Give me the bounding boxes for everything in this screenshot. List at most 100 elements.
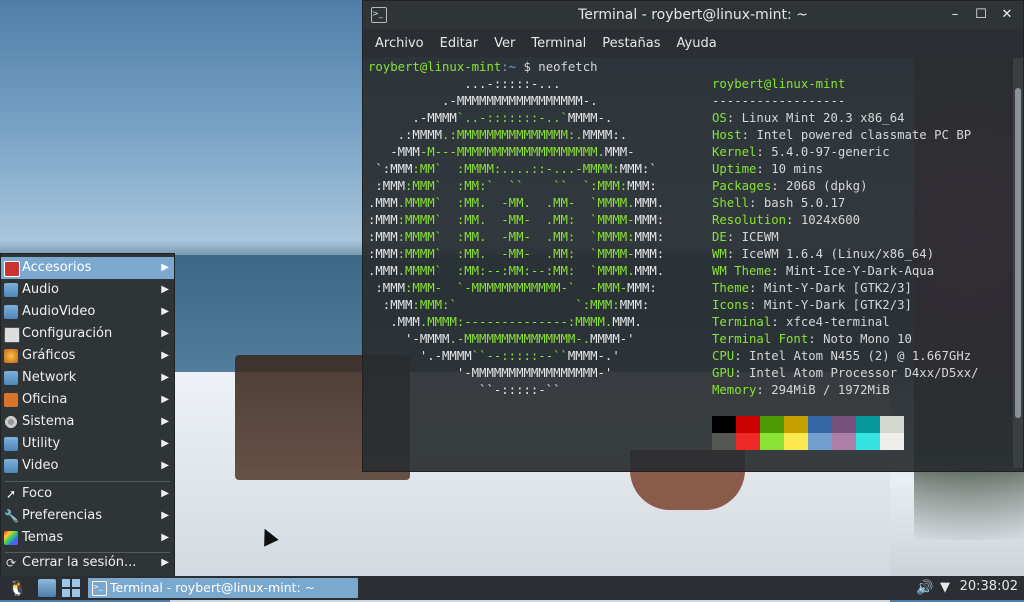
palette-swatch xyxy=(736,433,760,450)
mint-ascii-logo: ...-:::::-... .-MMMMMMMMMMMMMMMMM-. .-MM… xyxy=(368,77,665,397)
info-value-packages: 2068 (dpkg) xyxy=(786,179,868,193)
palette-swatch xyxy=(880,416,904,433)
submenu-arrow-icon: ▶ xyxy=(161,350,169,361)
menu-terminal[interactable]: Terminal xyxy=(523,36,594,51)
menu-item-network[interactable]: Network ▶ xyxy=(1,367,174,389)
taskbar: 🐧 >_ Terminal - roybert@linux-mint: ~ 🔊 … xyxy=(0,576,1024,600)
info-key-terminal: Terminal xyxy=(712,315,772,329)
submenu-arrow-icon: ▶ xyxy=(161,532,169,543)
palette-swatch xyxy=(760,433,784,450)
menu-item-audio[interactable]: Audio ▶ xyxy=(1,279,174,301)
palette-swatch xyxy=(784,433,808,450)
menu-item-video[interactable]: Video ▶ xyxy=(1,455,174,477)
info-key-theme: Theme xyxy=(712,281,750,295)
info-key-os: OS xyxy=(712,111,727,125)
prompt-path: :~ xyxy=(501,60,517,74)
menu-item-oficina[interactable]: Oficina ▶ xyxy=(1,389,174,411)
menu-item-logout[interactable]: ⟳ Cerrar la sesión... ▶ xyxy=(1,552,174,574)
menu-pestanas[interactable]: Pestañas xyxy=(594,36,668,51)
menu-item-temas[interactable]: Temas ▶ xyxy=(1,527,174,549)
menu-item-label: Cerrar la sesión... xyxy=(22,555,137,570)
menu-item-preferencias[interactable]: 🔧 Preferencias ▶ xyxy=(1,505,174,527)
info-key-cpu: CPU xyxy=(712,349,735,363)
clock[interactable]: 20:38:02 xyxy=(960,579,1018,594)
terminal-window[interactable]: >_ Terminal - roybert@linux-mint: ~ – ☐ … xyxy=(362,0,1024,472)
info-value-icons: Mint-Y-Dark [GTK2/3] xyxy=(763,298,912,312)
menu-item-configuracion[interactable]: Configuración ▶ xyxy=(1,323,174,345)
menu-item-audiovideo[interactable]: AudioVideo ▶ xyxy=(1,301,174,323)
palette-row-light xyxy=(712,433,904,450)
info-key-wm-theme: WM Theme xyxy=(712,264,772,278)
info-value-terminal: xfce4-terminal xyxy=(786,315,890,329)
info-key-resolution: Resolution xyxy=(712,213,787,227)
menu-item-graficos[interactable]: Gráficos ▶ xyxy=(1,345,174,367)
menu-item-sistema[interactable]: Sistema ▶ xyxy=(1,411,174,433)
menu-item-label: Foco xyxy=(22,486,53,501)
terminal-output[interactable]: roybert@linux-mint:~ $ neofetch ...-::::… xyxy=(363,58,1011,468)
info-value-resolution: 1024x600 xyxy=(800,213,861,227)
menu-archivo[interactable]: Archivo xyxy=(367,36,432,51)
task-label: Terminal - roybert@linux-mint: ~ xyxy=(110,580,316,595)
menu-item-label: Configuración xyxy=(22,326,113,341)
menu-item-label: Sistema xyxy=(22,414,75,429)
minimize-icon[interactable]: – xyxy=(946,6,964,24)
folder-icon xyxy=(4,283,18,297)
volume-icon[interactable]: 🔊 xyxy=(916,579,934,597)
prompt-user: roybert@linux-mint xyxy=(368,60,502,74)
info-value-terminal-font: Noto Mono 10 xyxy=(823,332,912,346)
taskbar-task-terminal[interactable]: >_ Terminal - roybert@linux-mint: ~ xyxy=(88,578,358,598)
submenu-arrow-icon: ▶ xyxy=(161,394,169,405)
folder-icon xyxy=(4,371,18,385)
menubar: Archivo Editar Ver Terminal Pestañas Ayu… xyxy=(363,29,1023,57)
info-value-gpu: Intel Atom Processor D4xx/D5xx/ xyxy=(749,366,979,380)
submenu-arrow-icon: ▶ xyxy=(161,306,169,317)
info-key-wm: WM xyxy=(712,247,727,261)
show-desktop-icon[interactable] xyxy=(38,579,56,597)
menu-item-label: Network xyxy=(22,370,77,385)
menu-item-label: Video xyxy=(22,458,59,473)
submenu-arrow-icon: ▶ xyxy=(161,328,169,339)
submenu-arrow-icon: ▶ xyxy=(161,460,169,471)
window-list-icon[interactable] xyxy=(62,579,80,597)
menu-item-label: Preferencias xyxy=(22,508,103,523)
menu-item-accesorios[interactable]: Accesorios ▶ xyxy=(1,257,174,279)
settings-icon xyxy=(4,327,20,343)
prompt-line: roybert@linux-mint:~ $ neofetch xyxy=(368,59,598,76)
menu-item-foco[interactable]: ➚ Foco ▶ xyxy=(1,483,174,505)
scrollbar-thumb[interactable] xyxy=(1015,88,1021,418)
menu-ayuda[interactable]: Ayuda xyxy=(669,36,725,51)
info-key-terminal-font: Terminal Font xyxy=(712,332,809,346)
menu-separator xyxy=(5,481,170,482)
submenu-arrow-icon: ▶ xyxy=(161,262,169,273)
submenu-arrow-icon: ▶ xyxy=(161,372,169,383)
menu-ver[interactable]: Ver xyxy=(486,36,523,51)
info-value-os: Linux Mint 20.3 x86_64 xyxy=(741,111,905,125)
info-value-kernel: 5.4.0-97-generic xyxy=(771,145,890,159)
info-key-gpu: GPU xyxy=(712,366,735,380)
palette-swatch xyxy=(712,416,736,433)
menu-item-label: Accesorios xyxy=(22,260,92,275)
palette-swatch xyxy=(736,416,760,433)
start-menu-button[interactable]: 🐧 xyxy=(8,579,27,597)
system-info: roybert@linux-mint ------------------ OS… xyxy=(712,77,979,397)
scrollbar[interactable] xyxy=(1013,58,1023,468)
info-key-icons: Icons xyxy=(712,298,750,312)
window-titlebar[interactable]: >_ Terminal - roybert@linux-mint: ~ – ☐ … xyxy=(363,1,1023,29)
palette-swatch xyxy=(760,416,784,433)
menu-item-label: Oficina xyxy=(22,392,68,407)
close-icon[interactable]: ✕ xyxy=(998,6,1016,24)
start-menu: Accesorios ▶ Audio ▶ AudioVideo ▶ Config… xyxy=(0,253,175,577)
gear-icon xyxy=(4,415,18,429)
palette-swatch xyxy=(712,433,736,450)
info-key-shell: Shell xyxy=(712,196,750,210)
logout-icon: ⟳ xyxy=(5,556,17,570)
submenu-arrow-icon: ▶ xyxy=(161,438,169,449)
folder-icon xyxy=(4,459,18,473)
info-value-de: ICEWM xyxy=(741,230,779,244)
office-icon xyxy=(4,393,18,407)
menu-editar[interactable]: Editar xyxy=(432,36,487,51)
info-key-de: DE xyxy=(712,230,727,244)
wifi-icon[interactable]: ▼ xyxy=(940,579,958,597)
maximize-icon[interactable]: ☐ xyxy=(972,6,990,24)
menu-item-utility[interactable]: Utility ▶ xyxy=(1,433,174,455)
